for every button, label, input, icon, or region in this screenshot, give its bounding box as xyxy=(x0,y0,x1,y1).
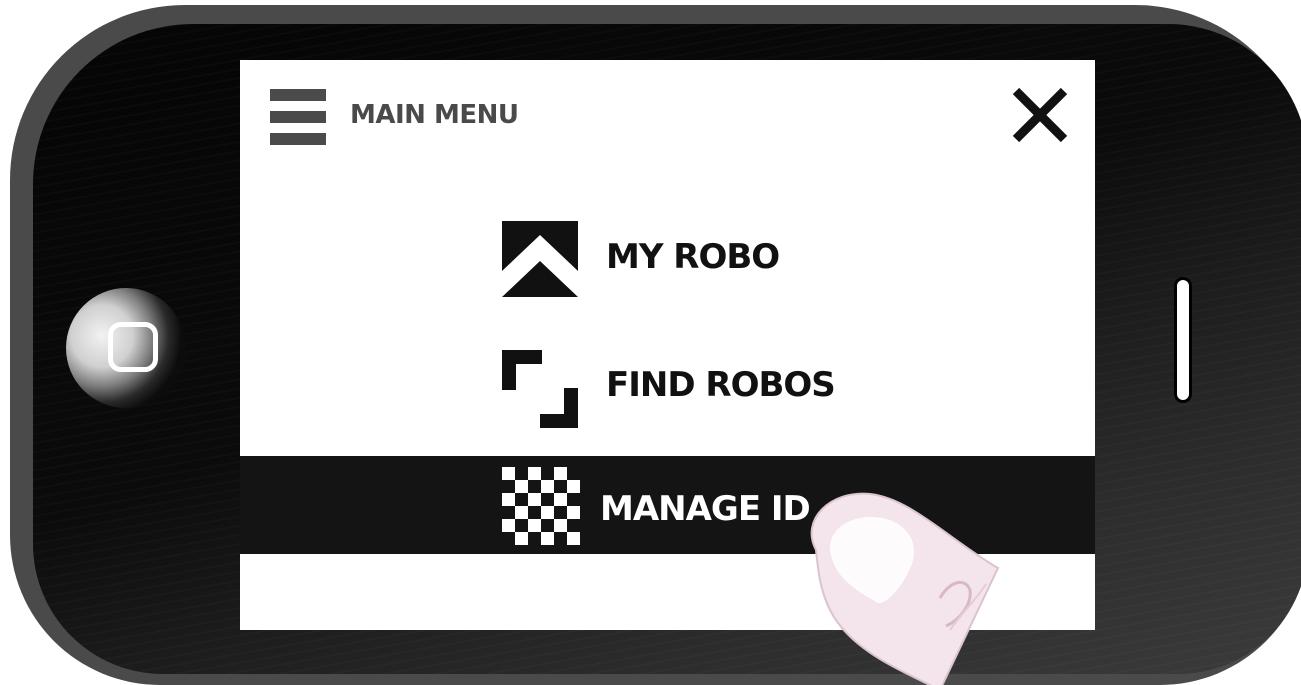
chevron-up-icon xyxy=(502,221,578,297)
hamburger-menu-icon[interactable] xyxy=(270,89,326,145)
stage: MAIN MENU MY ROBO FIND ROBOS MANAGE ID xyxy=(0,0,1301,685)
main-menu-title: MAIN MENU xyxy=(350,100,519,130)
home-square-icon xyxy=(108,322,158,372)
menu-item-label: MY ROBO xyxy=(606,237,780,277)
menu-item-my-robo[interactable]: MY ROBO xyxy=(502,220,902,300)
close-icon[interactable] xyxy=(1010,85,1070,145)
menu-item-manage-id[interactable]: MANAGE ID xyxy=(502,467,922,547)
app-screen: MAIN MENU MY ROBO FIND ROBOS MANAGE ID xyxy=(240,60,1095,630)
menu-item-label: FIND ROBOS xyxy=(606,365,836,405)
menu-item-label: MANAGE ID xyxy=(600,489,811,529)
checkerboard-icon xyxy=(502,467,580,545)
scan-corners-icon xyxy=(502,350,578,428)
menu-item-find-robos[interactable]: FIND ROBOS xyxy=(502,348,922,428)
side-speaker xyxy=(1177,280,1189,400)
